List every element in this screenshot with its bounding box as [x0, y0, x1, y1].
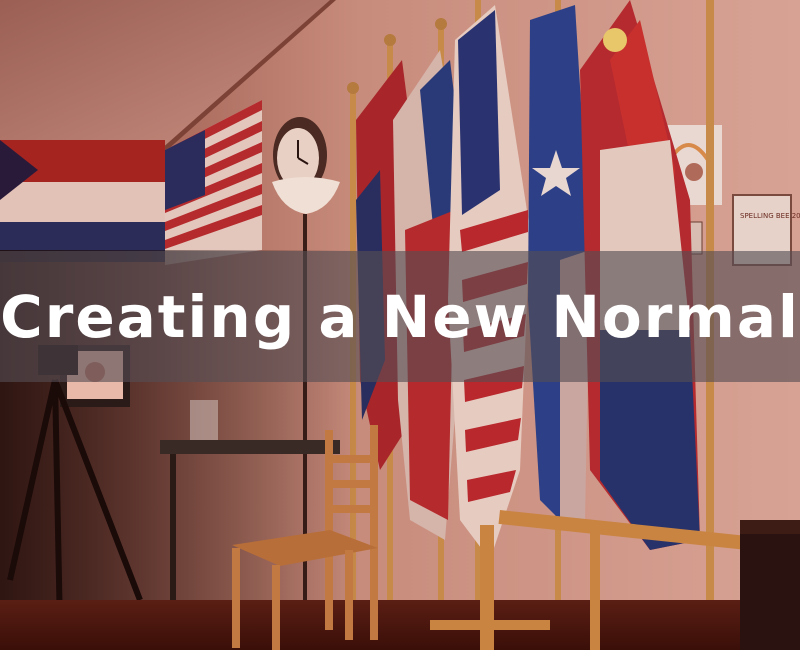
banner-title: Creating a New Normal: [0, 282, 800, 351]
dark-cabinet: [740, 520, 800, 650]
title-banner: Creating a New Normal: [0, 251, 800, 382]
photo-scene: SPELLING BEE 2014: [0, 0, 800, 650]
wall-flag-left: [0, 140, 165, 262]
floor: [0, 600, 800, 650]
certificate-text: SPELLING BEE 2014: [740, 212, 800, 220]
